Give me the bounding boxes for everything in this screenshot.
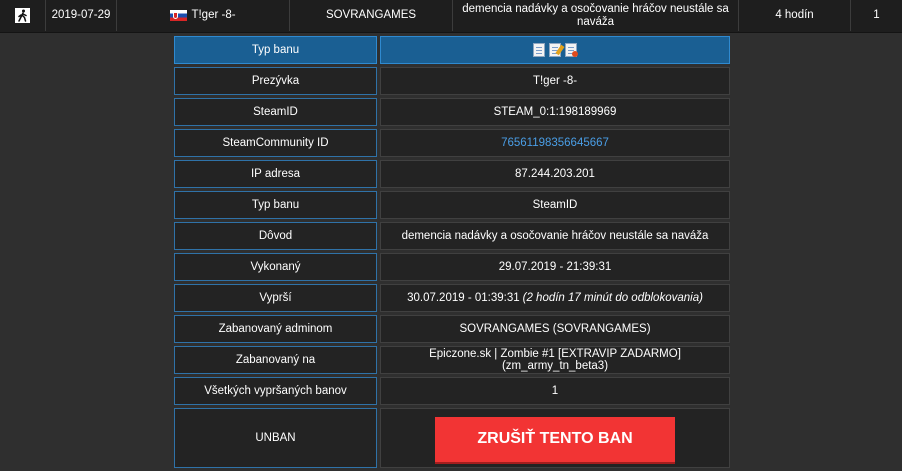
game-cell xyxy=(0,0,46,31)
detail-label: IP adresa xyxy=(174,160,377,188)
admin-name: SOVRANGAMES xyxy=(290,0,453,31)
detail-row-expired-bans: Všetkých vypršaných banov 1 xyxy=(174,377,730,405)
details-header-row: Typ banu xyxy=(174,36,730,64)
detail-label: Dôvod xyxy=(174,222,377,250)
slovakia-flag-icon xyxy=(170,10,188,21)
detail-value-executed: 29.07.2019 - 21:39:31 xyxy=(380,253,730,281)
detail-row-steamcommunity: SteamCommunity ID 76561198356645667 xyxy=(174,129,730,157)
ban-count: 1 xyxy=(873,9,880,21)
ban-reason: demencia nadávky a osočovanie hráčov neu… xyxy=(453,0,739,31)
detail-row-steamid: SteamID STEAM_0:1:198189969 xyxy=(174,98,730,126)
detail-value-reason: demencia nadávky a osočovanie hráčov neu… xyxy=(380,222,730,250)
detail-value-ip: 87.244.203.201 xyxy=(380,160,730,188)
expires-datetime: 30.07.2019 - 01:39:31 xyxy=(407,292,520,304)
detail-row-nickname: Prezývka T!ger -8- xyxy=(174,67,730,95)
unban-cell: ZRUŠIŤ TENTO BAN xyxy=(380,408,730,468)
detail-row-expires: Vyprší 30.07.2019 - 01:39:31 (2 hodín 17… xyxy=(174,284,730,312)
delete-document-icon[interactable] xyxy=(565,43,578,57)
detail-label: Vykonaný xyxy=(174,253,377,281)
detail-value-nickname: T!ger -8- xyxy=(380,67,730,95)
detail-row-reason: Dôvod demencia nadávky a osočovanie hráč… xyxy=(174,222,730,250)
detail-label: Vyprší xyxy=(174,284,377,312)
detail-label: Prezývka xyxy=(174,67,377,95)
detail-value-server: Epiczone.sk | Zombie #1 [EXTRAVIP ZADARM… xyxy=(380,346,730,374)
detail-row-unban: UNBAN ZRUŠIŤ TENTO BAN xyxy=(174,408,730,468)
detail-label: Zabanovaný adminom xyxy=(174,315,377,343)
ban-summary-row[interactable]: 2019-07-29 T!ger -8- SOVRANGAMES demenci… xyxy=(0,0,902,33)
person-walking-icon xyxy=(15,8,30,23)
ban-type-header: Typ banu xyxy=(174,36,377,64)
detail-value-steamid: STEAM_0:1:198189969 xyxy=(380,98,730,126)
detail-value-steamcommunity: 76561198356645667 xyxy=(380,129,730,157)
detail-row-ip: IP adresa 87.244.203.201 xyxy=(174,160,730,188)
detail-value-expired-bans: 1 xyxy=(380,377,730,405)
detail-label: SteamCommunity ID xyxy=(174,129,377,157)
player-cell: T!ger -8- xyxy=(117,0,290,31)
detail-value-expires: 30.07.2019 - 01:39:31 (2 hodín 17 minút … xyxy=(380,284,730,312)
document-icon[interactable] xyxy=(533,43,545,57)
detail-label: Typ banu xyxy=(174,191,377,219)
detail-value-ban-type: SteamID xyxy=(380,191,730,219)
expires-remaining: (2 hodín 17 minút do odblokovania) xyxy=(522,292,703,304)
unban-button[interactable]: ZRUŠIŤ TENTO BAN xyxy=(435,416,675,462)
player-name: T!ger -8- xyxy=(191,9,236,21)
ban-length: 4 hodín xyxy=(739,0,851,31)
detail-label: Všetkých vypršaných banov xyxy=(174,377,377,405)
detail-row-banned-by: Zabanovaný adminom SOVRANGAMES (SOVRANGA… xyxy=(174,315,730,343)
edit-document-icon[interactable] xyxy=(549,43,561,57)
detail-row-server: Zabanovaný na Epiczone.sk | Zombie #1 [E… xyxy=(174,346,730,374)
detail-label: SteamID xyxy=(174,98,377,126)
ban-date: 2019-07-29 xyxy=(46,0,117,31)
detail-row-executed: Vykonaný 29.07.2019 - 21:39:31 xyxy=(174,253,730,281)
steamcommunity-link[interactable]: 76561198356645667 xyxy=(501,137,609,149)
detail-label: Zabanovaný na xyxy=(174,346,377,374)
detail-row-ban-type: Typ banu SteamID xyxy=(174,191,730,219)
ban-details-panel: Typ banu Prezývka T!ger -8- SteamID STEA… xyxy=(174,36,730,471)
unban-label: UNBAN xyxy=(174,408,377,468)
ban-actions xyxy=(380,36,730,64)
detail-value-banned-by: SOVRANGAMES (SOVRANGAMES) xyxy=(380,315,730,343)
